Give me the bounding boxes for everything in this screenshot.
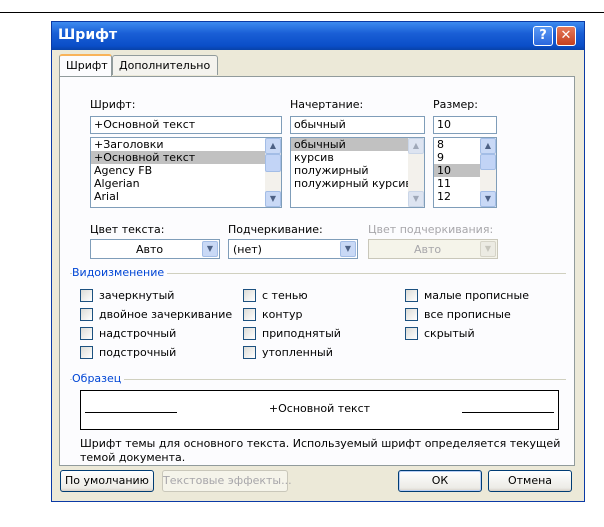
- checkbox-label: контур: [262, 308, 303, 321]
- scroll-down-icon[interactable]: ▼: [408, 191, 424, 207]
- size-input[interactable]: 10: [433, 116, 497, 134]
- chevron-down-icon[interactable]: ▼: [340, 241, 356, 257]
- preview-box: +Основной текст: [80, 390, 559, 430]
- list-item[interactable]: +Заголовки: [91, 138, 281, 151]
- checkbox-box[interactable]: [405, 289, 418, 302]
- top-border-line: [0, 12, 604, 13]
- effects-group-title: Видоизменение: [72, 266, 168, 279]
- font-dialog: Шрифт ? ✕ Шрифт Дополнительно Шрифт: +Ос…: [51, 21, 585, 502]
- underline-combo[interactable]: (нет) ▼: [228, 239, 358, 259]
- checkbox-box[interactable]: [80, 289, 93, 302]
- preview-sample-text: +Основной текст: [268, 402, 371, 415]
- scroll-down-icon[interactable]: ▼: [265, 191, 281, 207]
- scroll-thumb[interactable]: [480, 154, 496, 170]
- preview-line-right: [462, 412, 554, 413]
- text-color-value: Авто: [136, 243, 164, 256]
- text-color-label: Цвет текста:: [90, 223, 165, 236]
- checkbox-label: зачеркнутый: [99, 289, 175, 302]
- preview-description: Шрифт темы для основного текста. Использ…: [80, 437, 561, 464]
- checkbox-box[interactable]: [243, 346, 256, 359]
- scroll-up-icon[interactable]: ▲: [265, 138, 281, 154]
- checkbox-label: приподнятый: [262, 327, 341, 340]
- list-item[interactable]: +Основной текст: [91, 151, 281, 164]
- style-list-scrollbar[interactable]: ▲ ▼: [408, 138, 424, 207]
- text-effects-button[interactable]: Текстовые эффекты...: [162, 470, 292, 492]
- checkbox-box[interactable]: [80, 346, 93, 359]
- checkbox-label: все прописные: [424, 308, 511, 321]
- tab-advanced[interactable]: Дополнительно: [112, 55, 218, 75]
- checkbox-box[interactable]: [405, 327, 418, 340]
- list-item[interactable]: Algerian: [91, 177, 281, 190]
- preview-group-title: Образец: [72, 372, 125, 385]
- close-button[interactable]: ✕: [556, 26, 576, 46]
- ok-button[interactable]: ОК: [398, 470, 482, 492]
- checkbox-box[interactable]: [80, 327, 93, 340]
- set-default-button[interactable]: По умолчанию: [60, 470, 154, 492]
- scroll-thumb[interactable]: [265, 154, 281, 172]
- font-tab-panel: Шрифт: +Основной текст +Заголовки +Основ…: [59, 76, 575, 466]
- list-item[interactable]: обычный: [291, 138, 424, 151]
- underline-color-value: Авто: [414, 243, 442, 256]
- chevron-down-icon[interactable]: ▼: [202, 241, 218, 257]
- underline-color-label: Цвет подчеркивания:: [368, 223, 494, 236]
- scroll-down-icon[interactable]: ▼: [480, 191, 496, 207]
- scroll-up-icon[interactable]: ▲: [408, 138, 424, 154]
- scroll-up-icon[interactable]: ▲: [480, 138, 496, 154]
- font-list[interactable]: +Заголовки +Основной текст Agency FB Alg…: [90, 137, 282, 208]
- underline-label: Подчеркивание:: [228, 223, 323, 236]
- preview-divider: [70, 379, 566, 380]
- underline-value: (нет): [233, 243, 262, 256]
- dialog-title: Шрифт: [58, 27, 118, 43]
- chevron-down-icon[interactable]: ▼: [480, 241, 496, 257]
- checkbox-box[interactable]: [243, 289, 256, 302]
- list-item[interactable]: Arial: [91, 190, 281, 203]
- list-item[interactable]: полужирный: [291, 164, 424, 177]
- style-label: Начертание:: [290, 98, 364, 111]
- list-item[interactable]: Agency FB: [91, 164, 281, 177]
- list-item[interactable]: 10: [434, 164, 481, 177]
- font-input[interactable]: +Основной текст: [90, 116, 282, 134]
- size-list[interactable]: 8 9 10 11 12 ▲ ▼: [433, 137, 497, 208]
- help-button[interactable]: ?: [533, 26, 553, 46]
- tab-font[interactable]: Шрифт: [59, 54, 112, 76]
- title-bar[interactable]: Шрифт ? ✕: [52, 22, 584, 50]
- style-list[interactable]: обычный курсив полужирный полужирный кур…: [290, 137, 425, 208]
- size-label: Размер:: [433, 98, 478, 111]
- checkbox-label: двойное зачеркивание: [99, 308, 233, 321]
- checkbox-label: малые прописные: [424, 289, 529, 302]
- font-label: Шрифт:: [90, 98, 136, 111]
- checkbox-label: скрытый: [424, 327, 475, 340]
- list-item[interactable]: курсив: [291, 151, 424, 164]
- checkbox-box[interactable]: [243, 308, 256, 321]
- checkbox-box[interactable]: [405, 308, 418, 321]
- underline-color-combo[interactable]: Авто ▼: [368, 239, 498, 259]
- checkbox-box[interactable]: [243, 327, 256, 340]
- checkbox-label: надстрочный: [99, 327, 177, 340]
- checkbox-label: подстрочный: [99, 346, 177, 359]
- text-color-combo[interactable]: Авто ▼: [90, 239, 220, 259]
- style-input[interactable]: обычный: [290, 116, 425, 134]
- size-list-scrollbar[interactable]: ▲ ▼: [480, 138, 496, 207]
- checkbox-label: с тенью: [262, 289, 308, 302]
- font-list-scrollbar[interactable]: ▲ ▼: [265, 138, 281, 207]
- cancel-button[interactable]: Отмена: [488, 470, 572, 492]
- checkbox-box[interactable]: [80, 308, 93, 321]
- checkbox-label: утопленный: [262, 346, 333, 359]
- list-item[interactable]: полужирный курсив: [291, 177, 424, 190]
